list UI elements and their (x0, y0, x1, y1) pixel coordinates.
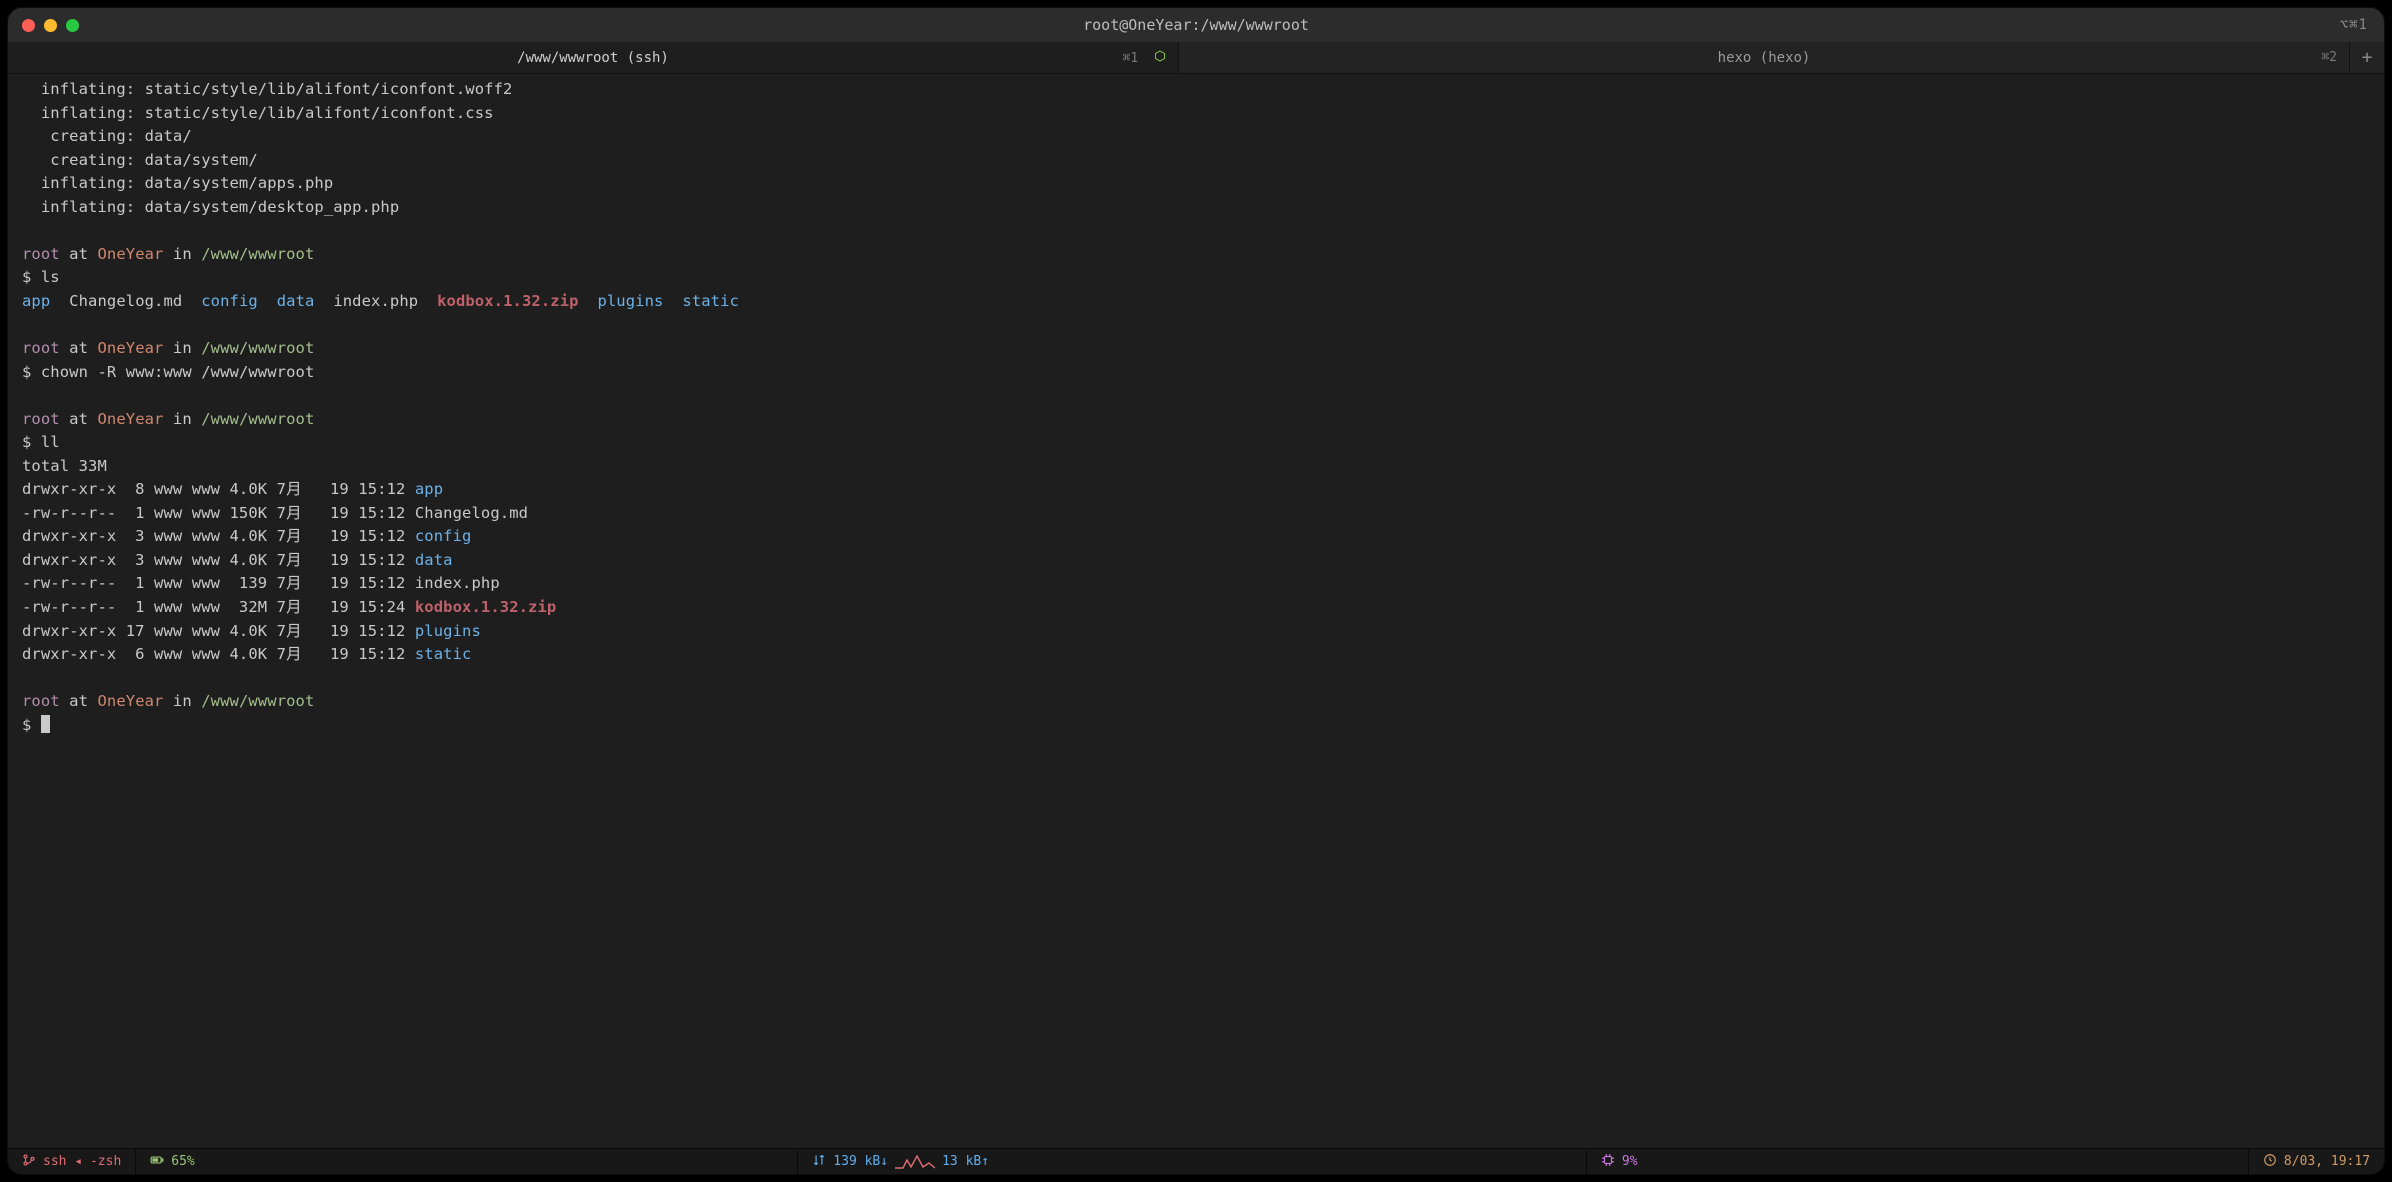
cursor (41, 715, 50, 733)
tab-bar: /www/wwwroot (ssh) ⌘1 hexo (hexo) ⌘2 + (8, 42, 2384, 74)
tab-label: hexo (hexo) (1718, 50, 1811, 66)
traffic-lights (8, 19, 79, 32)
minimize-icon[interactable] (44, 19, 57, 32)
terminal-window: root@OneYear:/www/wwwroot ⌥⌘1 /www/wwwro… (8, 8, 2384, 1174)
tab-shortcut: ⌘1 (1123, 50, 1166, 66)
status-cpu: 9% (1587, 1149, 2249, 1174)
cpu-icon (1601, 1153, 1615, 1171)
status-clock: 8/03, 19:17 (2249, 1149, 2384, 1174)
battery-text: 65% (171, 1154, 194, 1169)
sparkline-icon (895, 1154, 935, 1170)
clock-text: 8/03, 19:17 (2284, 1154, 2370, 1169)
tab-hexo[interactable]: hexo (hexo) ⌘2 (1179, 42, 2350, 73)
window-title: root@OneYear:/www/wwwroot (8, 16, 2384, 34)
node-icon (1154, 50, 1166, 62)
close-icon[interactable] (22, 19, 35, 32)
titlebar: root@OneYear:/www/wwwroot ⌥⌘1 (8, 8, 2384, 42)
clock-icon (2263, 1153, 2277, 1171)
terminal-output[interactable]: inflating: static/style/lib/alifont/icon… (8, 74, 2384, 1148)
battery-icon (150, 1153, 164, 1171)
status-session: ssh ◂ -zsh (8, 1149, 136, 1174)
tab-wwwroot[interactable]: /www/wwwroot (ssh) ⌘1 (8, 42, 1179, 73)
net-down-text: 139 kB↓ (833, 1154, 888, 1169)
new-tab-button[interactable]: + (2350, 42, 2384, 73)
branch-icon (22, 1153, 36, 1171)
network-icon (812, 1153, 826, 1171)
status-network: 139 kB↓ 13 kB↑ (798, 1149, 1587, 1174)
session-text: ssh ◂ -zsh (43, 1154, 121, 1169)
cpu-text: 9% (1622, 1154, 1638, 1169)
status-bar: ssh ◂ -zsh 65% 139 kB↓ 13 kB↑ (8, 1148, 2384, 1174)
tab-shortcut: ⌘2 (2321, 50, 2337, 65)
window-shortcut: ⌥⌘1 (2340, 17, 2384, 33)
status-battery: 65% (136, 1149, 798, 1174)
tab-label: /www/wwwroot (ssh) (517, 50, 669, 66)
zoom-icon[interactable] (66, 19, 79, 32)
net-up-text: 13 kB↑ (942, 1154, 989, 1169)
